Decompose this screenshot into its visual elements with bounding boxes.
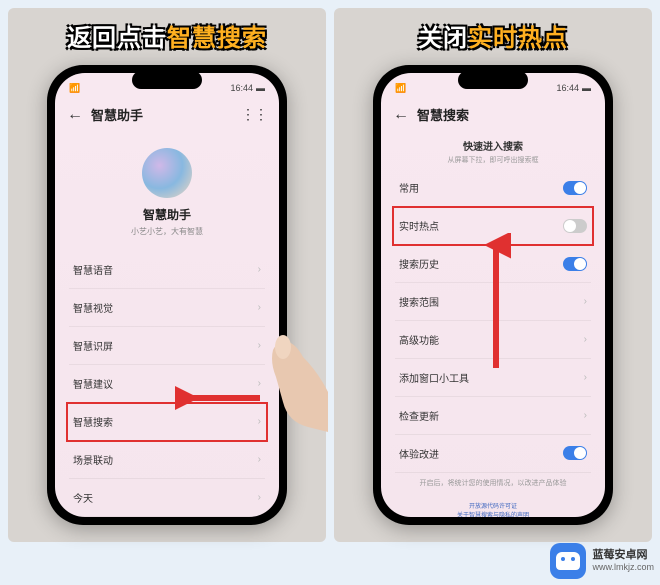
list-item[interactable]: 场景联动› xyxy=(69,441,265,479)
chevron-right-icon: › xyxy=(258,454,261,465)
chevron-right-icon: › xyxy=(258,302,261,313)
screen: 📶 16:44 ▬ ← 智慧搜索 快速进入搜索 从屏幕下拉，即可呼出搜索框 常用 xyxy=(381,73,605,517)
list-item-search-history[interactable]: 搜索历史 xyxy=(395,245,591,283)
panel-header: 关闭实时热点 xyxy=(418,18,568,53)
chevron-right-icon: › xyxy=(584,410,587,421)
toggle-switch[interactable] xyxy=(563,446,587,460)
panel-header: 返回点击智慧搜索 xyxy=(67,18,267,53)
battery-icon: ▬ xyxy=(256,83,265,93)
status-time: 16:44 xyxy=(230,83,253,93)
back-icon[interactable]: ← xyxy=(393,106,409,124)
toggle-switch[interactable] xyxy=(563,219,587,233)
toggle-switch[interactable] xyxy=(563,181,587,195)
settings-list: 常用 实时热点 搜索历史 搜索范围› 高级功能› 添加窗口小工具› 检查更新› … xyxy=(381,169,605,473)
assistant-icon xyxy=(142,148,192,198)
chevron-right-icon: › xyxy=(258,264,261,275)
settings-list: 智慧语音› 智慧视觉› 智慧识屏› 智慧建议› 智慧搜索› 场景联动› 今天› xyxy=(55,251,279,517)
watermark: 蓝莓安卓网 www.lmkjz.com xyxy=(550,543,654,579)
more-icon[interactable]: ⋮⋮ xyxy=(241,106,267,123)
list-item[interactable]: 智慧语音› xyxy=(69,251,265,289)
list-item-frequent[interactable]: 常用 xyxy=(395,169,591,207)
list-item-smart-search[interactable]: 智慧搜索› xyxy=(67,403,267,441)
sub-header: 快速进入搜索 从屏幕下拉，即可呼出搜索框 xyxy=(381,130,605,169)
notch xyxy=(458,71,528,89)
signal-icon: 📶 xyxy=(395,83,406,94)
battery-icon: ▬ xyxy=(582,83,591,93)
toggle-switch[interactable] xyxy=(563,257,587,271)
finger-pointer-icon xyxy=(248,332,328,432)
list-item[interactable]: 检查更新› xyxy=(395,397,591,435)
list-item[interactable]: 添加窗口小工具› xyxy=(395,359,591,397)
list-item[interactable]: 搜索范围› xyxy=(395,283,591,321)
footer-link[interactable]: 关于智慧搜索与隐私的声明 xyxy=(401,512,585,517)
title-bar: ← 智慧搜索 xyxy=(381,99,605,130)
phone-frame: 📶 16:44 ▬ ← 智慧搜索 快速进入搜索 从屏幕下拉，即可呼出搜索框 常用 xyxy=(373,65,613,525)
page-title: 智慧搜索 xyxy=(417,105,593,124)
tutorial-panel-left: 返回点击智慧搜索 📶 16:44 ▬ ← 智慧助手 ⋮⋮ xyxy=(8,8,326,542)
phone-frame: 📶 16:44 ▬ ← 智慧助手 ⋮⋮ 智慧助手 小艺小艺，大有智慧 xyxy=(47,65,287,525)
watermark-name: 蓝莓安卓网 xyxy=(592,549,654,562)
experience-hint: 开启后，将统计您的使用情况，以改进产品体验 xyxy=(381,473,605,495)
back-icon[interactable]: ← xyxy=(67,106,83,124)
footer-link[interactable]: 开放源代码许可证 xyxy=(401,503,585,512)
hero-section: 智慧助手 小艺小艺，大有智慧 xyxy=(55,130,279,251)
footer-links: 开放源代码许可证 关于智慧搜索与隐私的声明 版本号 11.1.11.300 智慧… xyxy=(381,495,605,517)
list-item[interactable]: 智慧建议› xyxy=(69,365,265,403)
chevron-right-icon: › xyxy=(584,372,587,383)
hero-title: 智慧助手 xyxy=(143,206,191,223)
hero-subtitle: 小艺小艺，大有智慧 xyxy=(131,226,203,237)
chevron-right-icon: › xyxy=(584,296,587,307)
watermark-url: www.lmkjz.com xyxy=(592,562,654,573)
status-time: 16:44 xyxy=(556,83,579,93)
tutorial-panel-right: 关闭实时热点 📶 16:44 ▬ ← 智慧搜索 快速进入搜索 从屏幕 xyxy=(334,8,652,542)
sub-desc: 从屏幕下拉，即可呼出搜索框 xyxy=(401,155,585,165)
list-item[interactable]: 智慧视觉› xyxy=(69,289,265,327)
watermark-logo-icon xyxy=(550,543,586,579)
chevron-right-icon: › xyxy=(584,334,587,345)
notch xyxy=(132,71,202,89)
screen: 📶 16:44 ▬ ← 智慧助手 ⋮⋮ 智慧助手 小艺小艺，大有智慧 xyxy=(55,73,279,517)
chevron-right-icon: › xyxy=(258,492,261,503)
page-title: 智慧助手 xyxy=(91,105,233,124)
title-bar: ← 智慧助手 ⋮⋮ xyxy=(55,99,279,130)
list-item[interactable]: 高级功能› xyxy=(395,321,591,359)
signal-icon: 📶 xyxy=(69,83,80,94)
sub-title: 快速进入搜索 xyxy=(401,138,585,153)
list-item-experience[interactable]: 体验改进 xyxy=(395,435,591,473)
list-item-realtime-hotspot[interactable]: 实时热点 xyxy=(393,207,593,245)
list-item[interactable]: 智慧识屏› xyxy=(69,327,265,365)
list-item[interactable]: 今天› xyxy=(69,479,265,517)
